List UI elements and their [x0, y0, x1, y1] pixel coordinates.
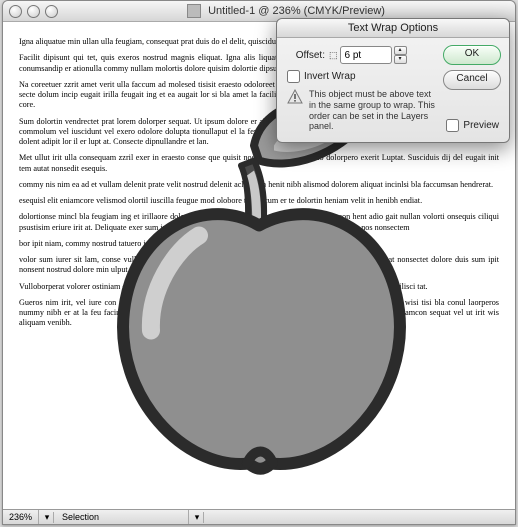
warning-text: This object must be above text in the sa… — [309, 89, 437, 132]
zoom-window-button[interactable] — [45, 5, 58, 18]
text-wrap-options-dialog: Text Wrap Options Offset: ⬚ ▴ ▾ Invert W… — [276, 18, 510, 143]
offset-input[interactable] — [340, 46, 392, 64]
link-icon[interactable]: ⬚ — [329, 50, 338, 61]
warning-message: This object must be above text in the sa… — [287, 89, 437, 132]
dialog-title: Text Wrap Options — [277, 19, 509, 38]
status-bar: 236% ▾ Selection ▾ — [3, 509, 515, 524]
zoom-stepper-icon[interactable]: ▾ — [41, 512, 54, 523]
invert-wrap-label: Invert Wrap — [304, 71, 356, 82]
preview-label: Preview — [463, 120, 499, 131]
stepper-up-icon[interactable]: ▴ — [394, 46, 407, 55]
preview-input[interactable] — [446, 119, 459, 132]
warning-icon — [287, 89, 303, 105]
current-tool[interactable]: Selection — [56, 510, 189, 524]
close-window-button[interactable] — [9, 5, 22, 18]
zoom-level[interactable]: 236% — [3, 510, 39, 524]
document-proxy-icon[interactable] — [187, 4, 201, 18]
offset-label: Offset: — [287, 50, 325, 61]
stepper-down-icon[interactable]: ▾ — [394, 55, 407, 64]
preview-checkbox[interactable]: Preview — [446, 119, 499, 132]
window-title-text: Untitled-1 @ 236% (CMYK/Preview) — [208, 5, 385, 17]
ok-button[interactable]: OK — [443, 45, 501, 65]
tool-menu-icon[interactable]: ▾ — [191, 512, 204, 523]
minimize-window-button[interactable] — [27, 5, 40, 18]
window-title: Untitled-1 @ 236% (CMYK/Preview) — [63, 4, 509, 18]
cancel-button[interactable]: Cancel — [443, 70, 501, 90]
invert-wrap-input[interactable] — [287, 70, 300, 83]
offset-stepper[interactable]: ⬚ ▴ ▾ — [329, 46, 407, 64]
